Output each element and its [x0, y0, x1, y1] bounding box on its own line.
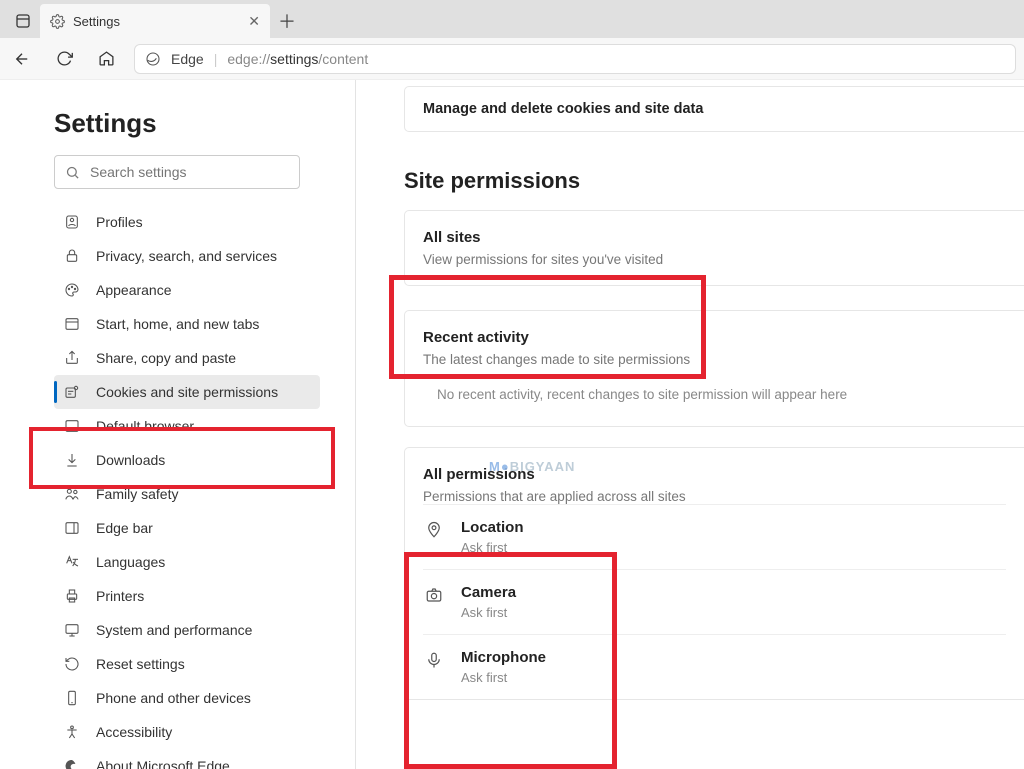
- sidebar-item-accessibility[interactable]: Accessibility: [54, 715, 320, 749]
- sidebar-item-phone[interactable]: Phone and other devices: [54, 681, 320, 715]
- refresh-button[interactable]: [50, 45, 78, 73]
- sidebar-item-privacy[interactable]: Privacy, search, and services: [54, 239, 320, 273]
- reset-icon: [64, 656, 82, 672]
- recent-activity-card: Recent activity The latest changes made …: [404, 310, 1024, 427]
- download-icon: [64, 452, 82, 468]
- sidebar-icon: [64, 520, 82, 536]
- sidebar-item-default-browser[interactable]: Default browser: [54, 409, 320, 443]
- sidebar-item-label: System and performance: [96, 622, 252, 638]
- permission-title: Microphone: [461, 649, 546, 666]
- back-button[interactable]: [8, 45, 36, 73]
- sidebar-item-start[interactable]: Start, home, and new tabs: [54, 307, 320, 341]
- sidebar-item-label: Profiles: [96, 214, 143, 230]
- tab-title: Settings: [73, 14, 120, 29]
- sidebar-item-label: Start, home, and new tabs: [96, 316, 259, 332]
- family-icon: [64, 486, 82, 502]
- settings-sidebar: Settings Profiles Privacy, search, and s…: [0, 80, 356, 769]
- window-tabs-icon[interactable]: [6, 4, 40, 38]
- phone-icon: [64, 690, 82, 706]
- sidebar-item-family[interactable]: Family safety: [54, 477, 320, 511]
- search-input[interactable]: [90, 164, 289, 180]
- sidebar-item-languages[interactable]: Languages: [54, 545, 320, 579]
- language-icon: [64, 554, 82, 570]
- camera-icon: [423, 584, 445, 604]
- manage-cookies-card[interactable]: Manage and delete cookies and site data: [404, 86, 1024, 132]
- sidebar-item-cookies[interactable]: Cookies and site permissions: [54, 375, 320, 409]
- sidebar-item-appearance[interactable]: Appearance: [54, 273, 320, 307]
- sidebar-item-label: Family safety: [96, 486, 178, 502]
- home-button[interactable]: [92, 45, 120, 73]
- sidebar-item-label: Languages: [96, 554, 165, 570]
- search-icon: [65, 165, 80, 180]
- permission-camera[interactable]: Camera Ask first: [423, 569, 1006, 634]
- sidebar-item-profiles[interactable]: Profiles: [54, 205, 320, 239]
- all-sites-sub: View permissions for sites you've visite…: [423, 252, 1006, 267]
- watermark: M●M BIGYAANBIGYAAN: [489, 459, 575, 474]
- system-icon: [64, 622, 82, 638]
- sidebar-item-label: Cookies and site permissions: [96, 384, 278, 400]
- share-icon: [64, 350, 82, 366]
- sidebar-item-share[interactable]: Share, copy and paste: [54, 341, 320, 375]
- edge-icon: [64, 758, 82, 769]
- gear-icon: [50, 14, 65, 29]
- tab-strip: Settings ✕ ＋: [0, 0, 1024, 38]
- recent-activity-sub: The latest changes made to site permissi…: [423, 352, 1006, 367]
- sidebar-item-label: Privacy, search, and services: [96, 248, 277, 264]
- sidebar-item-label: Edge bar: [96, 520, 153, 536]
- new-tab-button[interactable]: ＋: [270, 4, 304, 38]
- microphone-icon: [423, 649, 445, 669]
- permission-location[interactable]: Location Ask first: [423, 504, 1006, 569]
- site-permissions-heading: Site permissions: [404, 168, 1024, 194]
- permission-status: Ask first: [461, 670, 546, 685]
- sidebar-item-system[interactable]: System and performance: [54, 613, 320, 647]
- accessibility-icon: [64, 724, 82, 740]
- profile-icon: [64, 214, 82, 230]
- permission-status: Ask first: [461, 605, 516, 620]
- address-separator: |: [214, 51, 218, 67]
- lock-icon: [64, 248, 82, 264]
- sidebar-item-downloads[interactable]: Downloads: [54, 443, 320, 477]
- sidebar-item-label: Downloads: [96, 452, 165, 468]
- window-icon: [64, 316, 82, 332]
- sidebar-item-label: About Microsoft Edge: [96, 758, 230, 769]
- printer-icon: [64, 588, 82, 604]
- sidebar-item-reset[interactable]: Reset settings: [54, 647, 320, 681]
- palette-icon: [64, 282, 82, 298]
- edge-logo-icon: [145, 51, 161, 67]
- address-scheme-label: Edge: [171, 51, 204, 67]
- all-permissions-sub: Permissions that are applied across all …: [423, 489, 1006, 504]
- tab-settings[interactable]: Settings ✕: [40, 4, 270, 38]
- browser-toolbar: Edge | edge://settings/content: [0, 38, 1024, 80]
- sidebar-item-label: Appearance: [96, 282, 172, 298]
- permission-status: Ask first: [461, 540, 524, 555]
- sidebar-item-about[interactable]: About Microsoft Edge: [54, 749, 320, 769]
- sidebar-item-label: Share, copy and paste: [96, 350, 236, 366]
- settings-main: Manage and delete cookies and site data …: [356, 80, 1024, 769]
- sidebar-item-edgebar[interactable]: Edge bar: [54, 511, 320, 545]
- cookie-icon: [64, 384, 82, 400]
- settings-heading: Settings: [54, 108, 337, 139]
- search-settings[interactable]: [54, 155, 300, 189]
- permission-microphone[interactable]: Microphone Ask first: [423, 634, 1006, 699]
- recent-activity-empty: No recent activity, recent changes to si…: [423, 367, 1006, 408]
- address-url: edge://settings/content: [227, 51, 368, 67]
- sidebar-item-label: Reset settings: [96, 656, 185, 672]
- address-bar[interactable]: Edge | edge://settings/content: [134, 44, 1016, 74]
- location-icon: [423, 519, 445, 539]
- recent-activity-title: Recent activity: [423, 329, 1006, 346]
- sidebar-item-label: Default browser: [96, 418, 194, 434]
- all-sites-card[interactable]: All sites View permissions for sites you…: [404, 210, 1024, 286]
- permission-title: Location: [461, 519, 524, 536]
- close-tab-icon[interactable]: ✕: [248, 13, 260, 30]
- sidebar-item-printers[interactable]: Printers: [54, 579, 320, 613]
- all-sites-title: All sites: [423, 229, 1006, 246]
- all-permissions-card: All permissions Permissions that are app…: [404, 447, 1024, 700]
- browser-icon: [64, 418, 82, 434]
- sidebar-item-label: Accessibility: [96, 724, 172, 740]
- sidebar-item-label: Printers: [96, 588, 144, 604]
- permission-title: Camera: [461, 584, 516, 601]
- sidebar-item-label: Phone and other devices: [96, 690, 251, 706]
